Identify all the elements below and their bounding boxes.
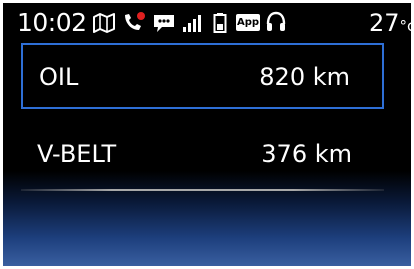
item-label: OIL: [39, 63, 79, 91]
display-screen: 10:02 App 27° OIL 820 km V-BELT 376 km: [3, 3, 411, 266]
temperature-unit: °c: [399, 17, 411, 35]
clock: 10:02: [17, 8, 87, 37]
item-label: V-BELT: [37, 140, 117, 168]
item-remaining-distance: 376 km: [261, 140, 352, 168]
headset-icon: [265, 11, 287, 33]
maintenance-item-oil[interactable]: OIL 820 km: [21, 43, 384, 109]
phone-missed-icon: [122, 11, 146, 33]
signal-icon: [182, 13, 202, 33]
battery-icon: [213, 12, 227, 34]
maintenance-item-v-belt[interactable]: V-BELT 376 km: [21, 122, 384, 188]
temperature-value: 27: [369, 9, 400, 37]
status-bar: 10:02 App 27°: [3, 3, 411, 39]
map-icon: [93, 13, 115, 33]
item-remaining-distance: 820 km: [259, 63, 350, 91]
temperature: 27°c: [369, 9, 411, 40]
app-icon: App: [236, 14, 260, 31]
divider: [21, 189, 384, 191]
message-icon: [152, 13, 176, 33]
